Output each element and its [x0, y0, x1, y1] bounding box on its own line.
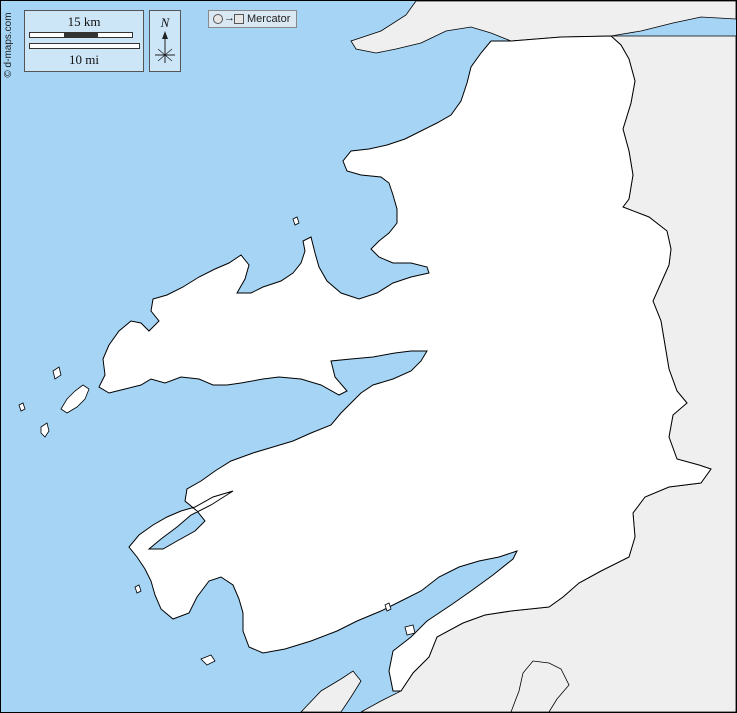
- projection-label: Mercator: [247, 13, 291, 25]
- island: [404, 624, 416, 636]
- north-arrow: N: [149, 10, 181, 72]
- island: [134, 584, 142, 594]
- compass-icon: [155, 31, 175, 63]
- scale-km-label: 15 km: [67, 14, 101, 29]
- map-svg: [18, 1, 736, 712]
- map-credit: © d-maps.com: [3, 12, 14, 78]
- island: [18, 402, 26, 412]
- map-canvas[interactable]: © d-maps.com 15 km 10 mi N → Mercator: [0, 0, 737, 713]
- south-peninsula: [300, 670, 362, 712]
- flat-map-icon: [234, 14, 244, 24]
- island: [40, 422, 50, 438]
- island: [200, 654, 216, 666]
- globe-icon: [213, 14, 223, 24]
- scale-km-bar: [29, 32, 133, 38]
- projection-badge: → Mercator: [208, 10, 297, 28]
- scale-mi-label: 10 mi: [69, 52, 99, 67]
- scale-bar: 15 km 10 mi: [24, 10, 144, 72]
- island: [52, 366, 62, 380]
- island: [292, 216, 300, 226]
- valentia-island: [60, 384, 90, 414]
- scale-mi-bar: [29, 43, 140, 49]
